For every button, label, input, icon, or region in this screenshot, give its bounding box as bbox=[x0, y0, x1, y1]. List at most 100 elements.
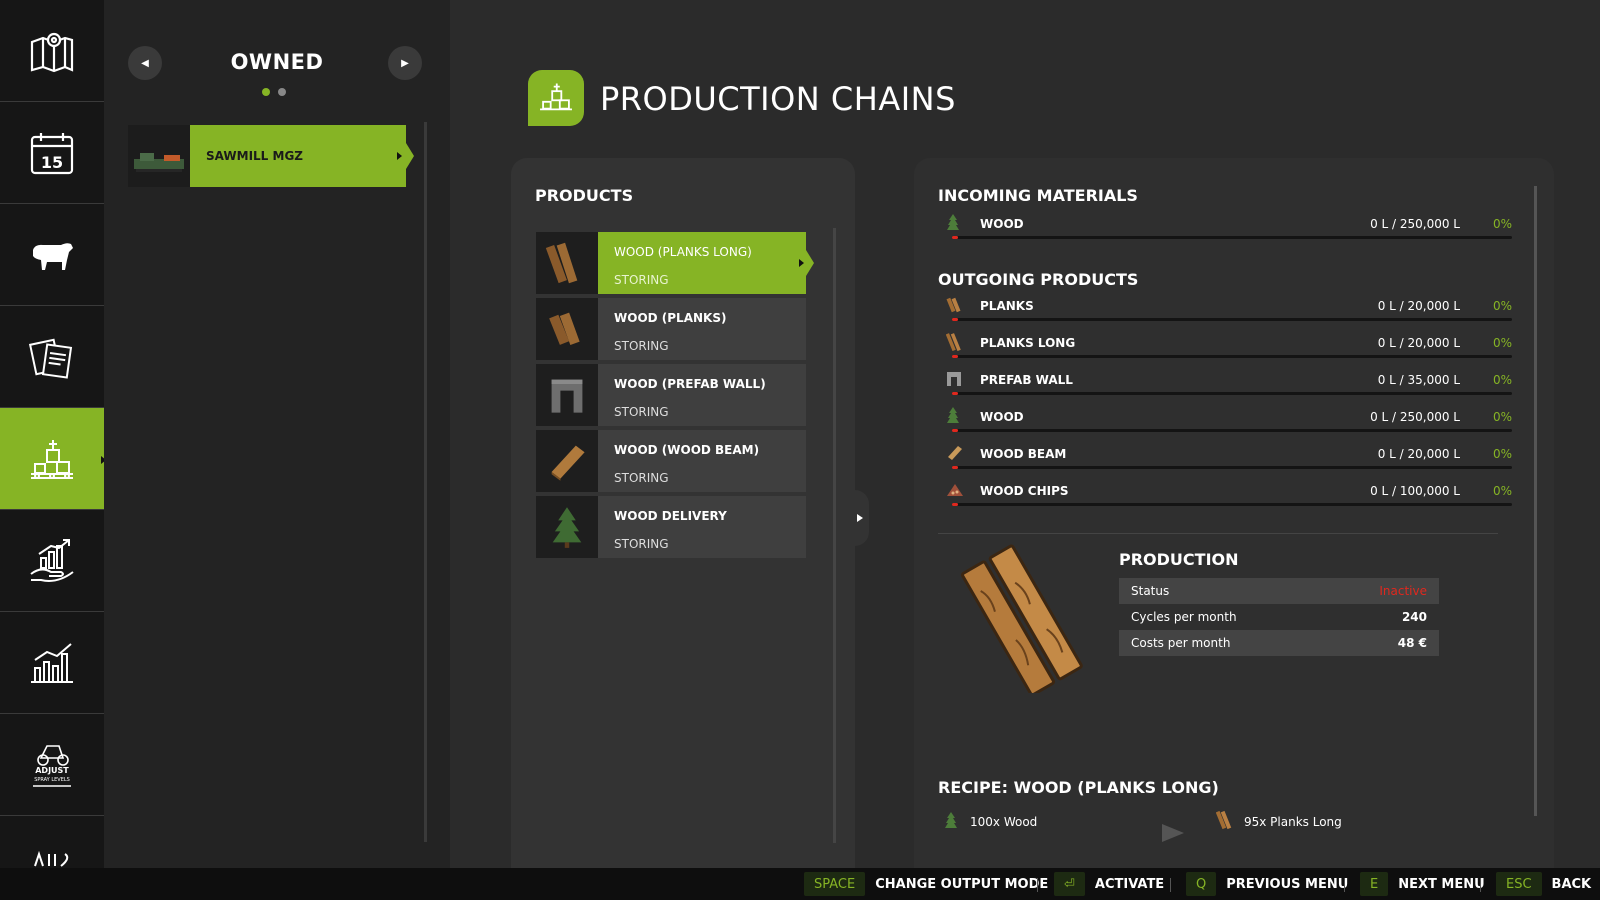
recipe-title: RECIPE: WOOD (PLANKS LONG) bbox=[938, 778, 1219, 797]
prefab-wall-icon bbox=[946, 370, 962, 388]
recipe-output: 95x Planks Long bbox=[1244, 815, 1342, 829]
product-status: STORING bbox=[614, 405, 669, 419]
production-row-costs: Costs per month 48 € bbox=[1119, 630, 1439, 656]
details-scrollbar[interactable] bbox=[1534, 186, 1537, 816]
menu-statistics-button[interactable] bbox=[0, 612, 104, 714]
material-row-prefab-wall: PREFAB WALL 0 L / 35,000 L 0% bbox=[938, 370, 1512, 400]
material-percent: 0% bbox=[1492, 217, 1512, 231]
status-value: Inactive bbox=[1379, 584, 1427, 598]
product-name: WOOD (PLANKS) bbox=[614, 311, 727, 325]
material-percent: 0% bbox=[1492, 410, 1512, 424]
fill-level-indicator bbox=[952, 466, 958, 469]
sawmill-thumbnail bbox=[128, 125, 190, 187]
material-name: WOOD CHIPS bbox=[980, 484, 1069, 498]
tree-icon bbox=[946, 214, 962, 232]
material-name: PREFAB WALL bbox=[980, 373, 1073, 387]
production-chains-icon bbox=[528, 70, 584, 126]
wood-chips-icon bbox=[946, 481, 963, 499]
menu-finances-button[interactable] bbox=[0, 510, 104, 612]
fill-level-bar bbox=[952, 355, 1512, 358]
material-amount: 0 L / 20,000 L bbox=[1377, 447, 1460, 461]
planks-icon bbox=[549, 312, 580, 345]
product-name: WOOD (PREFAB WALL) bbox=[614, 377, 766, 391]
fill-level-indicator bbox=[952, 355, 958, 358]
more-icon bbox=[34, 850, 69, 867]
material-amount: 0 L / 20,000 L bbox=[1377, 336, 1460, 350]
products-title: PRODUCTS bbox=[535, 186, 634, 205]
product-name: WOOD (WOOD BEAM) bbox=[614, 443, 760, 457]
material-row-wood: WOOD 0 L / 250,000 L 0% bbox=[938, 214, 1512, 244]
menu-map-button[interactable] bbox=[0, 0, 104, 102]
material-percent: 0% bbox=[1492, 336, 1512, 350]
outgoing-title: OUTGOING PRODUCTS bbox=[938, 270, 1139, 289]
divider bbox=[938, 533, 1498, 534]
material-name: WOOD bbox=[980, 410, 1024, 424]
tree-icon bbox=[552, 507, 582, 548]
planks-long-icon bbox=[1216, 810, 1232, 830]
page-dot-1[interactable] bbox=[262, 88, 270, 96]
prefab-wall-icon bbox=[551, 379, 583, 413]
menu-contracts-button[interactable] bbox=[0, 306, 104, 408]
enter-key-icon: ⏎ bbox=[1054, 872, 1085, 896]
products-panel-arrow bbox=[855, 490, 869, 546]
recipe-input: 100x Wood bbox=[970, 815, 1038, 829]
product-item-planks-long[interactable]: WOOD (PLANKS LONG) STORING bbox=[536, 232, 814, 294]
adjust-label: ADJUST bbox=[35, 766, 69, 775]
planks-long-icon bbox=[545, 242, 578, 284]
key-esc: ESC bbox=[1496, 872, 1542, 896]
production-row-cycles: Cycles per month 240 bbox=[1131, 610, 1427, 624]
material-row-planks-long: PLANKS LONG 0 L / 20,000 L 0% bbox=[938, 333, 1512, 363]
material-percent: 0% bbox=[1492, 299, 1512, 313]
menu-more-button[interactable] bbox=[0, 816, 104, 868]
finances-icon bbox=[30, 538, 74, 582]
fill-level-bar bbox=[952, 318, 1512, 321]
chevron-right-icon: ▶ bbox=[401, 57, 409, 69]
material-amount: 0 L / 250,000 L bbox=[1370, 217, 1460, 231]
material-amount: 0 L / 250,000 L bbox=[1370, 410, 1460, 424]
recipe-arrow-icon bbox=[1162, 824, 1184, 842]
planks-long-icon bbox=[945, 333, 962, 352]
product-item-wood-delivery[interactable]: WOOD DELIVERY STORING bbox=[536, 496, 806, 558]
material-percent: 0% bbox=[1492, 484, 1512, 498]
tree-icon bbox=[945, 812, 957, 828]
products-scrollbar[interactable] bbox=[833, 228, 836, 843]
hint-activate[interactable]: ⏎ ACTIVATE bbox=[1054, 872, 1164, 896]
material-name: WOOD bbox=[980, 217, 1024, 231]
menu-calendar-button[interactable]: 15 bbox=[0, 102, 104, 204]
owned-item-label: SAWMILL MGZ bbox=[206, 149, 303, 163]
calendar-icon: 15 bbox=[30, 132, 74, 174]
menu-animals-button[interactable] bbox=[0, 204, 104, 306]
product-item-planks[interactable]: WOOD (PLANKS) STORING bbox=[536, 298, 806, 360]
tree-icon bbox=[946, 407, 962, 425]
statistics-icon bbox=[31, 642, 73, 683]
hint-change-output-mode[interactable]: SPACE CHANGE OUTPUT MODE bbox=[804, 872, 1048, 896]
fill-level-bar bbox=[952, 466, 1512, 469]
production-title: PRODUCTION bbox=[1119, 550, 1239, 569]
fill-level-indicator bbox=[952, 318, 958, 321]
page-dot-2[interactable] bbox=[278, 88, 286, 96]
hint-back[interactable]: ESC BACK bbox=[1496, 872, 1591, 896]
fill-level-indicator bbox=[952, 236, 958, 239]
main-menu-rail: 15 ADJUST SPRAY LEVELS bbox=[0, 0, 111, 868]
page-indicator bbox=[262, 88, 286, 96]
menu-production-button[interactable] bbox=[0, 408, 111, 510]
material-percent: 0% bbox=[1492, 447, 1512, 461]
product-name: WOOD (PLANKS LONG) bbox=[614, 245, 752, 259]
planks-long-illustration bbox=[961, 544, 1083, 693]
input-hints-bar: SPACE CHANGE OUTPUT MODE ⏎ ACTIVATE Q PR… bbox=[0, 868, 1600, 900]
production-row-status: Status Inactive bbox=[1119, 578, 1439, 604]
owned-scrollbar[interactable] bbox=[424, 122, 427, 842]
hint-previous-menu[interactable]: Q PREVIOUS MENU bbox=[1186, 872, 1348, 896]
hint-next-menu[interactable]: E NEXT MENU bbox=[1360, 872, 1485, 896]
material-name: WOOD BEAM bbox=[980, 447, 1067, 461]
material-row-wood: WOOD 0 L / 250,000 L 0% bbox=[938, 407, 1512, 437]
next-page-button[interactable]: ▶ bbox=[388, 46, 422, 80]
fill-level-indicator bbox=[952, 503, 958, 506]
product-item-prefab-wall[interactable]: WOOD (PREFAB WALL) STORING bbox=[536, 364, 806, 426]
product-item-wood-beam[interactable]: WOOD (WOOD BEAM) STORING bbox=[536, 430, 806, 492]
material-amount: 0 L / 20,000 L bbox=[1377, 299, 1460, 313]
material-row-planks: PLANKS 0 L / 20,000 L 0% bbox=[938, 296, 1512, 326]
owned-item-sawmill[interactable]: SAWMILL MGZ bbox=[128, 125, 414, 187]
menu-adjust-spray-levels-button[interactable]: ADJUST SPRAY LEVELS bbox=[0, 714, 104, 816]
owned-panel: ◀ OWNED ▶ SAWMILL MGZ bbox=[104, 0, 450, 868]
